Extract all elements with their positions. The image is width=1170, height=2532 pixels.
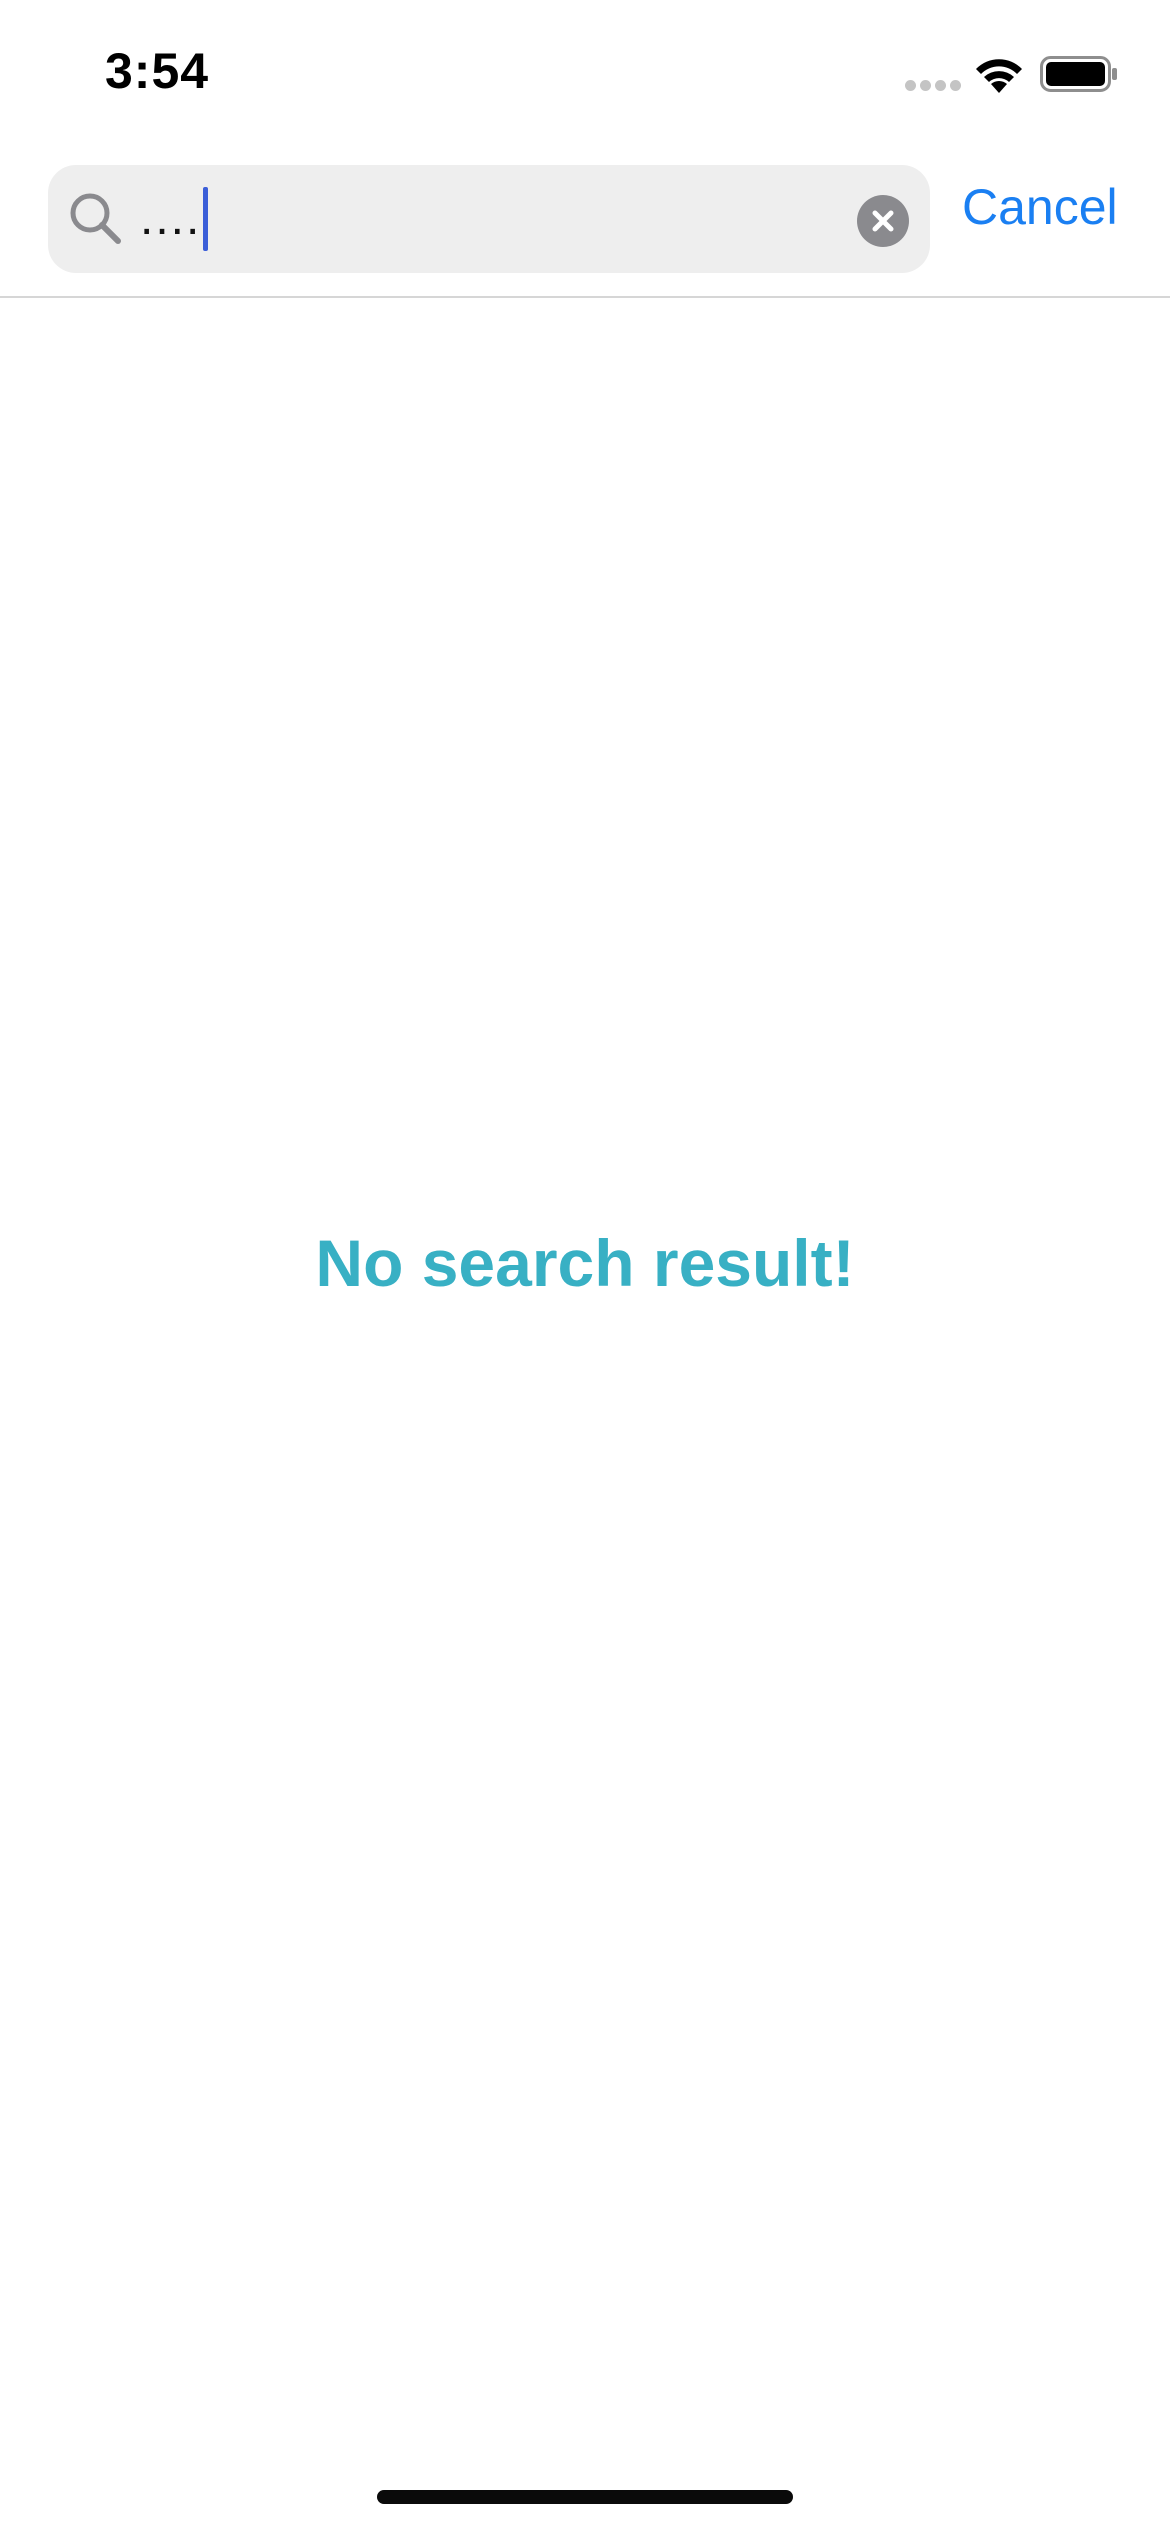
search-header: .... Cancel xyxy=(0,150,1170,298)
clear-search-button[interactable] xyxy=(857,195,909,247)
search-input[interactable]: .... xyxy=(140,185,209,253)
clear-circle-icon xyxy=(872,210,894,232)
search-input-value[interactable]: .... xyxy=(140,195,201,243)
search-screen: 3:54 .... Cancel No search result! xyxy=(0,0,1170,2532)
magnifier-icon xyxy=(70,193,121,244)
search-field[interactable]: .... xyxy=(48,165,930,273)
status-time: 3:54 xyxy=(105,43,210,99)
text-cursor xyxy=(203,187,209,251)
home-indicator[interactable] xyxy=(377,2490,793,2504)
wifi-icon xyxy=(976,59,1022,93)
status-bar: 3:54 xyxy=(0,0,1170,150)
battery-icon xyxy=(1040,56,1117,92)
cancel-button[interactable]: Cancel xyxy=(962,180,1118,235)
empty-results-message: No search result! xyxy=(315,1226,855,1300)
cellular-signal-icon xyxy=(905,80,961,92)
